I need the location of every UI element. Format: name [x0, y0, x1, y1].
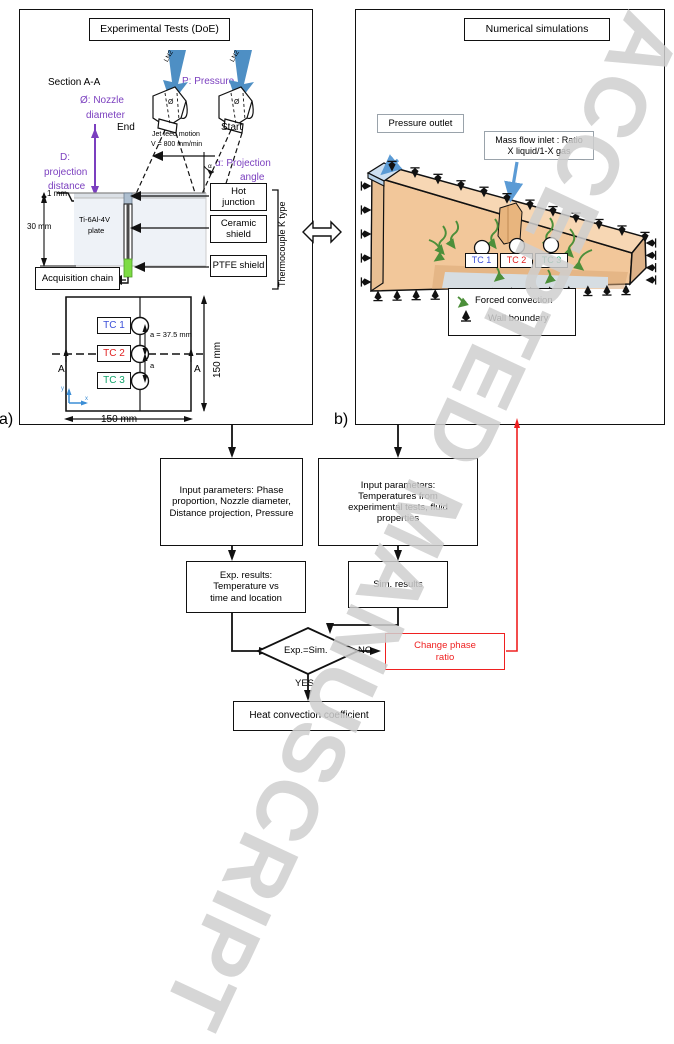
input-right-line3: experimental tests, fluid [348, 502, 448, 513]
input-right-line1: Input parameters: [360, 479, 436, 491]
exp-results-line1: Exp. results: [219, 570, 273, 582]
flowchart-connectors [228, 418, 520, 701]
exp-results-line3: time and location [210, 592, 282, 604]
change-phase-line1: Change phase [414, 640, 476, 652]
feedback-loop-red [506, 418, 520, 652]
decision-yes-label: YES [295, 678, 315, 689]
experimental-results-box: Exp. results: Temperature vs time and lo… [186, 561, 306, 613]
simulation-results-box: Sim. results [348, 561, 448, 608]
change-phase-ratio-box: Change phase ratio [385, 633, 505, 670]
decision-label: Exp.=Sim. [284, 645, 328, 656]
decision-no-label: NO [358, 645, 373, 656]
input-parameters-left: Input parameters: Phase proportion, Nozz… [160, 458, 303, 546]
input-left-line1: Input parameters: Phase [179, 485, 284, 497]
input-left-line3: Distance projection, Pressure [169, 507, 294, 519]
input-left-line2: proportion, Nozzle diameter, [172, 496, 291, 508]
exp-results-line2: Temperature vs [213, 581, 279, 593]
input-right-line2: Temperatures from [358, 490, 438, 502]
heat-convection-coefficient-box: Heat convection coefficient [233, 701, 385, 731]
input-right-line4: properties [376, 513, 420, 525]
input-parameters-right: Input parameters: Temperatures from expe… [318, 458, 478, 546]
change-phase-line2: ratio [435, 651, 455, 663]
